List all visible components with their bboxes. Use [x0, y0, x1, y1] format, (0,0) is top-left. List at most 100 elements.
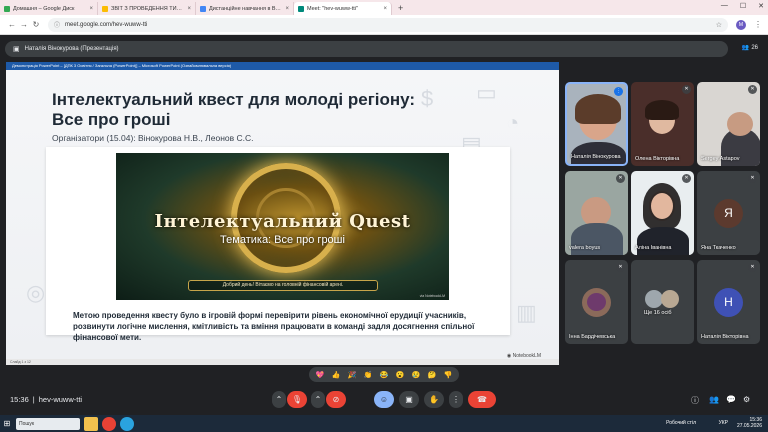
- quest-banner-image: Інтелектуальний Quest Тематика: Все про …: [116, 153, 449, 300]
- presenter-bar: ▣ Наталія Вінокурова (Презентація): [5, 41, 728, 57]
- reaction-laugh[interactable]: 😂: [380, 371, 389, 379]
- avatar: Я: [714, 199, 743, 228]
- browser-tab-drive[interactable]: Домашня – Google Диск ×: [0, 2, 98, 15]
- telegram-icon[interactable]: [120, 416, 134, 431]
- taskbar-date: 27.05.2026: [736, 423, 762, 429]
- reaction-thumbs-up[interactable]: 👍: [332, 371, 341, 379]
- banner-greeting: Добрий день! Вітаємо на головній фінансо…: [188, 280, 378, 291]
- url-field[interactable]: ⓘ meet.google.com/hev-wuww-tti ☆: [48, 17, 728, 32]
- close-icon[interactable]: ×: [383, 6, 387, 12]
- coins-icon: ◎: [26, 280, 46, 305]
- camera-off-icon[interactable]: ⊘: [326, 391, 346, 408]
- language-indicator[interactable]: УКР: [719, 420, 728, 426]
- presenter-label: Наталія Вінокурова (Презентація): [24, 46, 119, 52]
- reaction-heart[interactable]: 💖: [316, 371, 325, 379]
- mic-off-icon: ✕: [616, 263, 625, 272]
- close-icon[interactable]: ×: [285, 6, 289, 12]
- participant-tile[interactable]: ⋮ Наталія Вінокурова: [565, 82, 628, 166]
- new-tab-icon[interactable]: +: [392, 2, 409, 15]
- end-call-icon[interactable]: ☎: [468, 391, 496, 408]
- taskbar-search[interactable]: Пошук: [16, 417, 80, 430]
- participant-name: valera boyus: [569, 245, 601, 251]
- meeting-code: hev-wuww-tti: [38, 395, 83, 404]
- meeting-info: 15:36 | hev-wuww-tti: [10, 395, 83, 404]
- people-icon[interactable]: 👥: [709, 395, 719, 404]
- present-icon[interactable]: ▣: [399, 391, 419, 408]
- forward-icon[interactable]: →: [18, 20, 30, 29]
- site-info-icon[interactable]: ⓘ: [54, 20, 60, 29]
- browser-tab-report[interactable]: ЗВІТ З ПРОВЕДЕННЯ ТИЖНЕ… ×: [98, 2, 196, 15]
- file-explorer-icon[interactable]: [84, 416, 98, 431]
- mic-off-icon: ✕: [682, 174, 691, 183]
- people-count-button[interactable]: 👥 26: [741, 44, 758, 52]
- more-options-icon[interactable]: ⋮: [449, 391, 463, 408]
- reaction-thinking[interactable]: 🤔: [428, 371, 437, 379]
- browser-tab-meet[interactable]: Meet: "hev-wuww-tti" ×: [294, 2, 392, 15]
- windows-start-icon[interactable]: ⊞: [0, 419, 14, 428]
- shared-screen: Демонстрація PowerPoint – [ДПК 3 Освітня…: [6, 62, 559, 365]
- minimize-icon[interactable]: —: [721, 2, 728, 10]
- tab-label: Дистанційне навчання в ВСП…: [209, 5, 284, 12]
- browser-tab-strip: Домашня – Google Диск × ЗВІТ З ПРОВЕДЕНН…: [0, 0, 768, 15]
- participant-tile[interactable]: Я ✕ Яна Ткаченко: [697, 171, 760, 255]
- close-window-icon[interactable]: ✕: [758, 2, 764, 10]
- reaction-surprised[interactable]: 😮: [396, 371, 405, 379]
- slide-title: Інтелектуальний квест для молоді регіону…: [52, 90, 416, 129]
- wallet-icon: ▭: [476, 80, 497, 105]
- maximize-icon[interactable]: ☐: [740, 2, 746, 10]
- mic-off-icon: ✕: [748, 263, 757, 272]
- slide-body-text: Метою проведення квесту було в ігровій ф…: [73, 311, 475, 342]
- reaction-party[interactable]: 🎉: [348, 371, 357, 379]
- reaction-sad[interactable]: 😢: [412, 371, 421, 379]
- chat-icon[interactable]: 💬: [726, 395, 736, 404]
- mic-off-icon: ✕: [748, 85, 757, 94]
- taskbar-clock[interactable]: 15:36 27.05.2026: [737, 417, 762, 429]
- participant-name: Аліна Іванівна: [635, 245, 672, 251]
- participant-tile[interactable]: ✕ Аліна Іванівна: [631, 171, 694, 255]
- emoji-icon[interactable]: ☺: [374, 391, 394, 408]
- participant-tile[interactable]: ✕ Олена Вікторівна: [631, 82, 694, 166]
- meet-window: Домашня – Google Диск × ЗВІТ З ПРОВЕДЕНН…: [0, 0, 768, 432]
- mic-off-icon: ✕: [682, 85, 691, 94]
- close-icon[interactable]: ×: [187, 6, 191, 12]
- more-participants-label: Ще 16 осіб: [644, 310, 672, 316]
- participant-video: [727, 112, 753, 136]
- back-icon[interactable]: ←: [6, 20, 18, 29]
- activities-icon[interactable]: ⚙: [743, 395, 750, 404]
- address-bar: ← → ↻ ⓘ meet.google.com/hev-wuww-tti ☆ M…: [0, 15, 768, 35]
- close-icon[interactable]: ×: [89, 6, 93, 12]
- slide-subtitle: Організатори (15.04): Вінокурова Н.В., Л…: [52, 133, 254, 143]
- camera-options-button[interactable]: ⌃: [311, 391, 325, 408]
- reaction-clap[interactable]: 👏: [364, 371, 373, 379]
- avatar: Н: [714, 288, 743, 317]
- info-icon[interactable]: ⓘ: [691, 395, 699, 406]
- tray-label: Робочий стіл: [666, 420, 696, 426]
- more-participants-tile[interactable]: Ще 16 осіб: [631, 260, 694, 344]
- participant-tile[interactable]: Н ✕ Наталія Вікторівна: [697, 260, 760, 344]
- reaction-thumbs-down[interactable]: 👎: [444, 371, 453, 379]
- browser-tab-learning[interactable]: Дистанційне навчання в ВСП… ×: [196, 2, 294, 15]
- mic-options-button[interactable]: ⌃: [272, 391, 286, 408]
- avatar: [661, 290, 679, 308]
- browser-menu-icon[interactable]: ⋮: [754, 20, 762, 29]
- mic-off-icon[interactable]: 🎙: [287, 391, 307, 408]
- profile-avatar[interactable]: M: [736, 19, 746, 30]
- participant-video: [651, 193, 673, 219]
- participant-name: Яна Ткаченко: [701, 245, 736, 251]
- participant-tile[interactable]: ✕ Sergey Astapov: [697, 82, 760, 166]
- participant-name: Наталія Вікторівна: [701, 334, 749, 340]
- participant-tile[interactable]: ✕ valera boyus: [565, 171, 628, 255]
- tab-label: Домашня – Google Диск: [13, 5, 75, 12]
- chrome-icon[interactable]: [102, 416, 116, 431]
- participant-name: Інна Бардічевська: [569, 334, 616, 340]
- reload-icon[interactable]: ↻: [30, 20, 42, 29]
- drive-favicon-icon: [4, 5, 10, 12]
- participant-tile[interactable]: ✕ Інна Бардічевська: [565, 260, 628, 344]
- meet-favicon-icon: [298, 5, 304, 12]
- url-text: meet.google.com/hev-wuww-tti: [65, 21, 148, 28]
- raise-hand-icon[interactable]: ✋: [424, 391, 444, 408]
- chart-icon: ▥: [516, 300, 537, 325]
- piggy-bank-icon: ◔: [506, 110, 520, 135]
- bookmark-star-icon[interactable]: ☆: [716, 21, 722, 29]
- people-icon: 👥: [741, 45, 750, 51]
